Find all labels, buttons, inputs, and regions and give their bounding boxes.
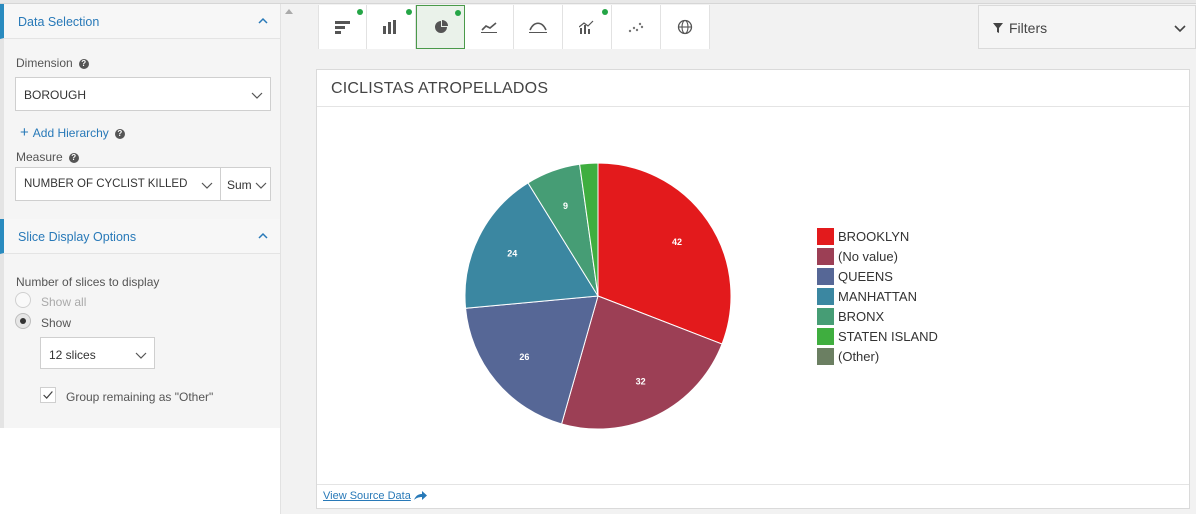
pie-data-label: 26 [519,352,529,362]
legend-label: MANHATTAN [838,289,917,304]
chart-footer: View Source Data [317,484,1189,508]
pie-data-label: 9 [563,201,568,211]
slice-options-body: Number of slices to display Show all Sho… [0,254,280,428]
add-hierarchy-link[interactable]: + Add Hierarchy? [20,124,125,141]
show-all-label: Show all [41,295,87,309]
scatter-button[interactable] [612,5,661,49]
combo-chart-button[interactable] [563,5,612,49]
legend-item[interactable]: STATEN ISLAND [817,327,957,347]
legend-label: (Other) [838,349,880,364]
chart-card: CICLISTAS ATROPELLADOS 42 32 26 24 9 BROOKLY… [316,69,1190,509]
filter-icon [993,23,1003,33]
measure-label: Measure? [16,150,79,164]
scatter-icon [628,22,644,33]
legend-label: QUEENS [838,269,893,284]
chevron-down-icon [255,182,267,189]
dimension-select[interactable]: BOROUGH [15,77,271,111]
pie-chart-button[interactable] [416,5,465,49]
help-icon[interactable]: ? [114,129,125,139]
aggregation-value: Sum [227,178,252,192]
chevron-down-icon [135,352,147,359]
help-icon[interactable]: ? [68,153,79,163]
map-button[interactable] [661,5,710,49]
chevron-down-icon [251,92,263,99]
show-all-radio[interactable] [15,292,31,308]
sorted-bar-icon [334,21,350,34]
pie-data-label: 32 [636,377,646,387]
legend-swatch [817,328,834,345]
line-chart-icon [481,22,497,33]
area-chart-icon [529,22,547,33]
show-radio[interactable] [15,313,31,329]
bar-chart-button[interactable] [367,5,416,49]
chevron-down-icon [1174,25,1186,33]
combo-chart-icon [579,20,594,34]
legend-item[interactable]: MANHATTAN [817,287,957,307]
legend-swatch [817,288,834,305]
left-panel: Data Selection Dimension? BOROUGH + Add H… [0,4,281,514]
sorted-bar-button[interactable] [318,5,367,49]
measure-value: NUMBER OF CYCLIST KILLED [24,178,188,190]
view-source-link[interactable]: View Source Data [323,490,411,502]
data-selection-body: Dimension? BOROUGH + Add Hierarchy? Measu… [0,39,280,219]
filters-label: Filters [1009,20,1048,36]
data-selection-header[interactable]: Data Selection [0,4,280,39]
legend-item[interactable]: BRONX [817,307,957,327]
legend-item[interactable]: BROOKLYN [817,227,957,247]
pie-data-label: 42 [672,237,682,247]
measure-select[interactable]: NUMBER OF CYCLIST KILLED [15,167,221,201]
area-chart-button[interactable] [514,5,563,49]
active-dot [455,10,461,16]
checkmark-icon [43,391,53,399]
legend-label: BRONX [838,309,885,324]
chart-legend: BROOKLYN (No value) QUEENS MANHATTAN BRONX ST… [817,227,957,367]
legend-swatch [817,228,834,245]
legend-label: STATEN ISLAND [838,329,938,344]
group-other-label: Group remaining as "Other" [66,390,214,404]
slice-options-header[interactable]: Slice Display Options [0,219,280,254]
active-dot [357,9,363,15]
show-label: Show [41,316,72,330]
group-other-checkbox[interactable] [40,387,56,403]
legend-item[interactable]: (Other) [817,347,957,367]
legend-swatch [817,348,834,365]
legend-swatch [817,308,834,325]
dimension-value: BOROUGH [24,88,87,102]
legend-label: BROOKLYN [838,229,910,244]
plus-icon: + [20,124,29,141]
pie-data-label: 24 [507,248,517,258]
slices-count-select[interactable]: 12 slices [40,337,155,369]
pie-chart: 42 32 26 24 9 [464,162,732,430]
legend-label: (No value) [838,249,898,264]
dimension-label: Dimension? [16,56,89,70]
active-dot [602,9,608,15]
legend-swatch [817,268,834,285]
chevron-down-icon [201,182,213,189]
legend-item[interactable]: QUEENS [817,267,957,287]
scroll-up-icon[interactable] [285,8,293,14]
chart-type-toolbar [318,5,710,49]
bar-chart-icon [383,20,396,34]
chevron-up-icon[interactable] [256,229,270,243]
active-dot [406,9,412,15]
legend-item[interactable]: (No value) [817,247,957,267]
slices-count-value: 12 slices [49,348,96,362]
pie-chart-icon [434,20,448,33]
legend-swatch [817,248,834,265]
data-selection-title: Data Selection [18,15,100,29]
aggregation-select[interactable]: Sum [220,167,271,201]
help-icon[interactable]: ? [78,59,89,69]
line-chart-button[interactable] [465,5,514,49]
slice-options-title: Slice Display Options [18,230,137,244]
globe-icon [677,19,693,35]
share-arrow-icon[interactable] [413,491,427,501]
slices-label: Number of slices to display [16,275,160,289]
filters-dropdown[interactable]: Filters [978,5,1196,49]
chevron-up-icon[interactable] [256,14,270,28]
